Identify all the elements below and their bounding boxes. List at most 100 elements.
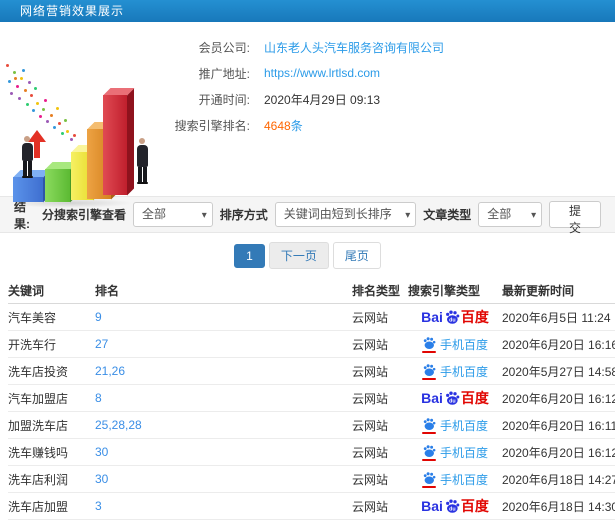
baidu-paw-icon: du	[445, 499, 460, 513]
rank-link[interactable]: 30	[95, 472, 108, 486]
rank-link[interactable]: 27	[95, 337, 108, 351]
table-row: 加盟洗车店 25,28,28 云网站 手机百度 2020年6月20日 16:11	[8, 412, 615, 439]
table-row: 汽车美容 9 云网站 Bai du 百度 2020年6月5日 11:24	[8, 304, 615, 331]
update-time-cell: 2020年6月18日 14:27	[502, 472, 615, 487]
next-page-button[interactable]: 下一页	[268, 242, 329, 269]
header-engine-type: 搜索引擎类型	[408, 284, 481, 298]
rank-link[interactable]: 8	[95, 391, 102, 405]
company-label: 会员公司:	[198, 40, 250, 55]
keyword-rank-table: 关键词 排名 排名类型 搜索引擎类型 最新更新时间 汽车美容 9 云网站 Bai…	[0, 278, 615, 520]
svg-text:du: du	[449, 398, 456, 404]
rank-count-number: 4648	[264, 118, 291, 133]
rank-count-value: 4648条	[264, 117, 303, 134]
keyword-cell: 洗车赚钱吗	[8, 445, 69, 460]
update-time-cell: 2020年6月5日 11:24	[502, 310, 611, 325]
rank-type-cell: 云网站	[352, 472, 389, 487]
svg-text:du: du	[449, 506, 456, 512]
info-row-rank-count: 搜索引擎排名: 4648条	[148, 112, 444, 138]
promo-url-label: 推广地址:	[198, 66, 250, 81]
keyword-cell: 洗车店加盟	[8, 499, 69, 514]
rank-link[interactable]: 3	[95, 499, 102, 513]
sort-filter-label: 排序方式	[219, 208, 268, 222]
update-time-cell: 2020年6月20日 16:12	[502, 391, 615, 406]
page-title: 网络营销效果展示	[20, 4, 125, 18]
red-underline	[421, 458, 436, 461]
svg-text:du: du	[449, 317, 456, 323]
keyword-cell: 加盟洗车店	[8, 418, 69, 433]
keyword-cell: 汽车美容	[8, 310, 57, 325]
bar-green	[45, 162, 77, 202]
mobile-baidu-logo: 手机百度	[421, 336, 488, 353]
mobile-baidu-logo: 手机百度	[421, 417, 488, 434]
table-row: 洗车店投资 21,26 云网站 手机百度 2020年5月27日 14:58	[8, 358, 615, 385]
page-button-1[interactable]: 1	[234, 243, 265, 268]
table-row: 洗车店利润 30 云网站 手机百度 2020年6月18日 14:27	[8, 466, 615, 493]
last-page-button[interactable]: 尾页	[332, 242, 381, 269]
open-time-label: 开通时间:	[198, 92, 250, 107]
red-underline	[421, 431, 436, 434]
pagination: 1 下一页 尾页	[0, 233, 615, 278]
bar-red	[103, 88, 134, 195]
header-bar: 网络营销效果展示	[0, 0, 615, 22]
keyword-cell: 洗车店投资	[8, 364, 69, 379]
submit-button[interactable]: 提交	[549, 201, 601, 235]
baidu-paw-icon	[423, 336, 436, 349]
info-row-url: 推广地址: https://www.lrtlsd.com	[148, 60, 444, 86]
company-link[interactable]: 山东老人头汽车服务咨询有限公司	[264, 39, 444, 56]
rank-count-label: 搜索引擎排名:	[174, 118, 250, 133]
rank-type-cell: 云网站	[352, 364, 389, 379]
engine-cell: 手机百度	[408, 471, 502, 488]
account-info-section: 会员公司: 山东老人头汽车服务咨询有限公司 推广地址: https://www.…	[0, 22, 615, 208]
promo-url-link[interactable]: https://www.lrtlsd.com	[264, 66, 380, 80]
rank-type-cell: 云网站	[352, 445, 389, 460]
baidu-paw-icon: du	[445, 391, 460, 405]
rank-type-cell: 云网站	[352, 499, 389, 514]
mobile-baidu-logo: 手机百度	[421, 363, 488, 380]
rank-type-cell: 云网站	[352, 337, 389, 352]
engine-cell: Bai du 百度	[408, 498, 502, 514]
baidu-logo: Bai du 百度	[421, 390, 489, 406]
rank-link[interactable]: 30	[95, 445, 108, 459]
type-filter-label: 文章类型	[423, 208, 472, 222]
rank-link[interactable]: 9	[95, 310, 102, 324]
header-rank-type: 排名类型	[352, 284, 401, 298]
rank-count-unit: 条	[290, 118, 303, 133]
engine-cell: 手机百度	[408, 336, 502, 353]
mobile-baidu-logo: 手机百度	[421, 444, 488, 461]
baidu-paw-icon	[423, 363, 436, 376]
bar-blue	[13, 170, 50, 202]
baidu-logo: Bai du 百度	[421, 498, 489, 514]
businessman-figure-right	[134, 138, 150, 184]
account-info-list: 会员公司: 山东老人头汽车服务咨询有限公司 推广地址: https://www.…	[148, 34, 444, 138]
table-row: 洗车赚钱吗 30 云网站 手机百度 2020年6月20日 16:12	[8, 439, 615, 466]
engine-filter-value: 全部	[141, 207, 166, 221]
info-row-company: 会员公司: 山东老人头汽车服务咨询有限公司	[148, 34, 444, 60]
sort-filter-select[interactable]: 关键词由短到长排序	[274, 202, 417, 227]
info-row-open-time: 开通时间: 2020年4月29日 09:13	[148, 86, 444, 112]
type-filter-select[interactable]: 全部	[478, 202, 543, 227]
engine-filter-select[interactable]: 全部	[132, 202, 213, 227]
update-time-cell: 2020年6月18日 14:30	[502, 499, 615, 514]
rank-link[interactable]: 21,26	[95, 364, 125, 378]
engine-cell: Bai du 百度	[408, 309, 502, 325]
engine-cell: Bai du 百度	[408, 390, 502, 406]
engine-cell: 手机百度	[408, 444, 502, 461]
open-time-value: 2020年4月29日 09:13	[264, 92, 381, 107]
red-underline	[421, 350, 436, 353]
rank-type-cell: 云网站	[352, 418, 389, 433]
rank-link[interactable]: 25,28,28	[95, 418, 142, 432]
businessman-figure-left	[19, 136, 35, 178]
engine-cell: 手机百度	[408, 417, 502, 434]
update-time-cell: 2020年5月27日 14:58	[502, 364, 615, 379]
header-update-time: 最新更新时间	[502, 284, 575, 298]
baidu-paw-icon	[423, 444, 436, 457]
confetti-dots	[6, 64, 9, 67]
engine-cell: 手机百度	[408, 363, 502, 380]
header-keyword: 关键词	[8, 284, 45, 298]
baidu-paw-icon: du	[445, 310, 460, 324]
chevron-down-icon	[405, 203, 410, 227]
baidu-logo: Bai du 百度	[421, 309, 489, 325]
sort-filter-value: 关键词由短到长排序	[283, 207, 392, 221]
red-underline	[421, 377, 436, 380]
keyword-cell: 开洗车行	[8, 337, 57, 352]
